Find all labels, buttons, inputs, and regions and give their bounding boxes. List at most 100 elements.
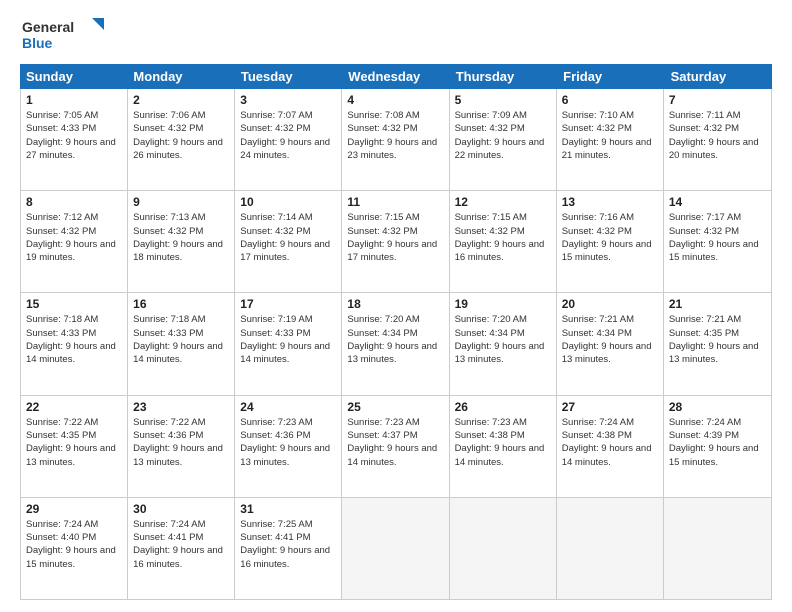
day-info: Sunrise: 7:11 AMSunset: 4:32 PMDaylight:… — [669, 109, 766, 162]
day-number: 4 — [347, 93, 443, 107]
day-info: Sunrise: 7:06 AMSunset: 4:32 PMDaylight:… — [133, 109, 229, 162]
calendar-week-2: 8 Sunrise: 7:12 AMSunset: 4:32 PMDaylight… — [21, 191, 771, 293]
calendar-day-12: 12 Sunrise: 7:15 AMSunset: 4:32 PMDayligh… — [450, 191, 557, 292]
day-info: Sunrise: 7:24 AMSunset: 4:41 PMDaylight:… — [133, 518, 229, 571]
calendar-day-7: 7 Sunrise: 7:11 AMSunset: 4:32 PMDaylight… — [664, 89, 771, 190]
calendar-day-11: 11Sunrise: 7:15 AMSunset: 4:32 PMDayligh… — [342, 191, 449, 292]
calendar-day-29: 29 Sunrise: 7:24 AMSunset: 4:40 PMDayligh… — [21, 498, 128, 599]
day-info: Sunrise: 7:24 AMSunset: 4:40 PMDaylight:… — [26, 518, 122, 571]
calendar-body: 1 Sunrise: 7:05 AMSunset: 4:33 PMDaylight… — [20, 89, 772, 600]
day-info: Sunrise: 7:21 AMSunset: 4:34 PMDaylight:… — [562, 313, 658, 366]
calendar-day-28: 28Sunrise: 7:24 AMSunset: 4:39 PMDayligh… — [664, 396, 771, 497]
day-info: Sunrise: 7:12 AMSunset: 4:32 PMDaylight:… — [26, 211, 122, 264]
day-info: Sunrise: 7:08 AMSunset: 4:32 PMDaylight:… — [347, 109, 443, 162]
logo: General Blue — [20, 16, 110, 54]
day-info: Sunrise: 7:24 AMSunset: 4:38 PMDaylight:… — [562, 416, 658, 469]
calendar-header-saturday: Saturday — [665, 64, 772, 89]
day-info: Sunrise: 7:09 AMSunset: 4:32 PMDaylight:… — [455, 109, 551, 162]
day-number: 19 — [455, 297, 551, 311]
day-number: 15 — [26, 297, 122, 311]
calendar-day-8: 8 Sunrise: 7:12 AMSunset: 4:32 PMDaylight… — [21, 191, 128, 292]
day-number: 12 — [455, 195, 551, 209]
calendar-day-3: 3Sunrise: 7:07 AMSunset: 4:32 PMDaylight… — [235, 89, 342, 190]
calendar-day-21: 21 Sunrise: 7:21 AMSunset: 4:35 PMDayligh… — [664, 293, 771, 394]
day-info: Sunrise: 7:16 AMSunset: 4:32 PMDaylight:… — [562, 211, 658, 264]
day-number: 23 — [133, 400, 229, 414]
calendar-day-2: 2Sunrise: 7:06 AMSunset: 4:32 PMDaylight… — [128, 89, 235, 190]
calendar-day-23: 23Sunrise: 7:22 AMSunset: 4:36 PMDayligh… — [128, 396, 235, 497]
day-number: 31 — [240, 502, 336, 516]
day-number: 13 — [562, 195, 658, 209]
calendar-day-4: 4 Sunrise: 7:08 AMSunset: 4:32 PMDaylight… — [342, 89, 449, 190]
calendar-day-9: 9 Sunrise: 7:13 AMSunset: 4:32 PMDaylight… — [128, 191, 235, 292]
day-info: Sunrise: 7:15 AMSunset: 4:32 PMDaylight:… — [347, 211, 443, 264]
day-info: Sunrise: 7:20 AMSunset: 4:34 PMDaylight:… — [347, 313, 443, 366]
calendar-day-10: 10 Sunrise: 7:14 AMSunset: 4:32 PMDayligh… — [235, 191, 342, 292]
calendar-day-27: 27 Sunrise: 7:24 AMSunset: 4:38 PMDayligh… — [557, 396, 664, 497]
day-info: Sunrise: 7:07 AMSunset: 4:32 PMDaylight:… — [240, 109, 336, 162]
calendar-header-tuesday: Tuesday — [235, 64, 342, 89]
calendar-header-sunday: Sunday — [20, 64, 127, 89]
day-number: 27 — [562, 400, 658, 414]
day-info: Sunrise: 7:15 AMSunset: 4:32 PMDaylight:… — [455, 211, 551, 264]
page-header: General Blue — [20, 16, 772, 54]
day-number: 7 — [669, 93, 766, 107]
calendar-day-22: 22Sunrise: 7:22 AMSunset: 4:35 PMDayligh… — [21, 396, 128, 497]
day-info: Sunrise: 7:18 AMSunset: 4:33 PMDaylight:… — [26, 313, 122, 366]
calendar-empty-cell — [664, 498, 771, 599]
calendar-header-thursday: Thursday — [450, 64, 557, 89]
day-info: Sunrise: 7:10 AMSunset: 4:32 PMDaylight:… — [562, 109, 658, 162]
day-number: 5 — [455, 93, 551, 107]
calendar-day-26: 26 Sunrise: 7:23 AMSunset: 4:38 PMDayligh… — [450, 396, 557, 497]
day-info: Sunrise: 7:19 AMSunset: 4:33 PMDaylight:… — [240, 313, 336, 366]
day-info: Sunrise: 7:20 AMSunset: 4:34 PMDaylight:… — [455, 313, 551, 366]
calendar-day-13: 13 Sunrise: 7:16 AMSunset: 4:32 PMDayligh… — [557, 191, 664, 292]
day-number: 26 — [455, 400, 551, 414]
calendar-empty-cell — [450, 498, 557, 599]
day-number: 16 — [133, 297, 229, 311]
calendar-empty-cell — [557, 498, 664, 599]
calendar-day-6: 6Sunrise: 7:10 AMSunset: 4:32 PMDaylight… — [557, 89, 664, 190]
logo-svg: General Blue — [20, 16, 110, 54]
calendar-header-row: SundayMondayTuesdayWednesdayThursdayFrid… — [20, 64, 772, 89]
calendar-week-5: 29 Sunrise: 7:24 AMSunset: 4:40 PMDayligh… — [21, 498, 771, 599]
day-number: 20 — [562, 297, 658, 311]
day-info: Sunrise: 7:21 AMSunset: 4:35 PMDaylight:… — [669, 313, 766, 366]
day-info: Sunrise: 7:17 AMSunset: 4:32 PMDaylight:… — [669, 211, 766, 264]
day-info: Sunrise: 7:23 AMSunset: 4:38 PMDaylight:… — [455, 416, 551, 469]
day-info: Sunrise: 7:14 AMSunset: 4:32 PMDaylight:… — [240, 211, 336, 264]
calendar-header-wednesday: Wednesday — [342, 64, 449, 89]
day-number: 10 — [240, 195, 336, 209]
day-number: 18 — [347, 297, 443, 311]
calendar-day-5: 5 Sunrise: 7:09 AMSunset: 4:32 PMDaylight… — [450, 89, 557, 190]
day-number: 25 — [347, 400, 443, 414]
calendar-day-16: 16 Sunrise: 7:18 AMSunset: 4:33 PMDayligh… — [128, 293, 235, 394]
day-info: Sunrise: 7:18 AMSunset: 4:33 PMDaylight:… — [133, 313, 229, 366]
day-info: Sunrise: 7:23 AMSunset: 4:37 PMDaylight:… — [347, 416, 443, 469]
calendar-day-1: 1 Sunrise: 7:05 AMSunset: 4:33 PMDaylight… — [21, 89, 128, 190]
calendar-week-4: 22Sunrise: 7:22 AMSunset: 4:35 PMDayligh… — [21, 396, 771, 498]
day-number: 21 — [669, 297, 766, 311]
calendar-day-24: 24 Sunrise: 7:23 AMSunset: 4:36 PMDayligh… — [235, 396, 342, 497]
day-info: Sunrise: 7:13 AMSunset: 4:32 PMDaylight:… — [133, 211, 229, 264]
calendar-header-monday: Monday — [127, 64, 234, 89]
calendar-empty-cell — [342, 498, 449, 599]
day-info: Sunrise: 7:23 AMSunset: 4:36 PMDaylight:… — [240, 416, 336, 469]
day-info: Sunrise: 7:05 AMSunset: 4:33 PMDaylight:… — [26, 109, 122, 162]
calendar-week-1: 1 Sunrise: 7:05 AMSunset: 4:33 PMDaylight… — [21, 89, 771, 191]
day-number: 24 — [240, 400, 336, 414]
day-number: 14 — [669, 195, 766, 209]
svg-text:Blue: Blue — [22, 35, 53, 51]
day-number: 8 — [26, 195, 122, 209]
day-info: Sunrise: 7:25 AMSunset: 4:41 PMDaylight:… — [240, 518, 336, 571]
calendar-day-30: 30Sunrise: 7:24 AMSunset: 4:41 PMDayligh… — [128, 498, 235, 599]
calendar-week-3: 15 Sunrise: 7:18 AMSunset: 4:33 PMDayligh… — [21, 293, 771, 395]
day-number: 29 — [26, 502, 122, 516]
day-number: 1 — [26, 93, 122, 107]
calendar-day-18: 18 Sunrise: 7:20 AMSunset: 4:34 PMDayligh… — [342, 293, 449, 394]
day-info: Sunrise: 7:24 AMSunset: 4:39 PMDaylight:… — [669, 416, 766, 469]
calendar-day-15: 15 Sunrise: 7:18 AMSunset: 4:33 PMDayligh… — [21, 293, 128, 394]
day-number: 22 — [26, 400, 122, 414]
svg-text:General: General — [22, 19, 74, 35]
day-number: 9 — [133, 195, 229, 209]
